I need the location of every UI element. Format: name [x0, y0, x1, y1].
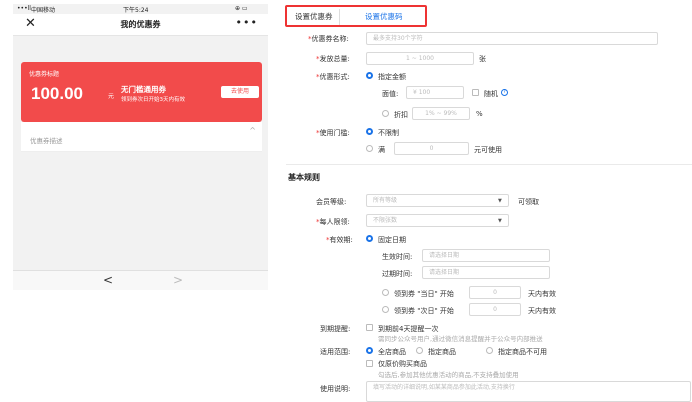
section-divider	[286, 164, 692, 165]
end-date-input[interactable]: 请选择日期	[422, 266, 550, 279]
all-products-label: 全店商品	[378, 348, 406, 356]
excluded-products-radio[interactable]	[486, 347, 493, 354]
next-day-radio[interactable]	[382, 306, 389, 313]
level-suffix: 可领取	[518, 198, 539, 206]
start-date-input[interactable]: 请选择日期	[422, 249, 550, 262]
coupon-description-label: 优惠券描述	[30, 137, 63, 145]
fixed-amount-label: 指定金额	[378, 73, 406, 81]
total-input[interactable]: 1 ~ 1000	[366, 52, 474, 65]
type-label: *优惠形式:	[316, 73, 350, 81]
per-user-limit-value: 不限张数	[373, 217, 398, 224]
per-user-limit-select[interactable]: 不限张数	[366, 214, 509, 227]
no-limit-label: 不限制	[378, 129, 399, 137]
same-day-days-input[interactable]: 0	[469, 286, 521, 299]
remind-hint: 需同步公众号用户,通过微信消息提醒并于公众号内部推送	[378, 335, 543, 343]
scope-label: 适用范围:	[320, 348, 351, 356]
random-checkbox[interactable]	[472, 89, 479, 96]
specified-products-radio[interactable]	[416, 347, 423, 354]
browser-bottom-bar: < >	[13, 270, 268, 290]
coupon-name: 无门槛通用券	[121, 85, 166, 94]
member-level-value: 所有等级	[373, 197, 398, 204]
no-limit-radio[interactable]	[366, 128, 373, 135]
face-value-label: 面值:	[382, 90, 399, 98]
nav-bar: ✕ 我的优惠券 •••	[13, 14, 268, 36]
threshold-radio[interactable]	[366, 145, 373, 152]
fixed-date-label: 固定日期	[378, 236, 406, 244]
discount-input[interactable]: 1% ~ 99%	[412, 107, 470, 120]
tab-set-coupon[interactable]: 设置优惠券	[289, 9, 340, 25]
excluded-products-label: 指定商品不可用	[498, 348, 547, 356]
threshold-input[interactable]: 0	[394, 142, 469, 155]
original-price-label: 仅原价购买商品	[378, 360, 427, 368]
threshold-suffix: 元可使用	[474, 146, 502, 154]
coupon-description[interactable]: 优惠券描述 ^	[21, 122, 262, 152]
original-price-checkbox[interactable]	[366, 360, 373, 367]
original-price-hint: 勾选后,参加其他优惠活动的商品,不支持叠加使用	[378, 371, 519, 379]
instructions-label: 使用说明:	[320, 385, 351, 393]
chevron-up-icon[interactable]: ^	[249, 126, 256, 135]
section-title: 基本规则	[288, 173, 320, 182]
use-coupon-button[interactable]: 去使用	[221, 86, 259, 98]
forward-arrow-icon[interactable]: >	[173, 273, 183, 287]
coupon-card: 优惠券标题 100.00 元 无门槛通用券 领到券次日开始3天内有效 去使用	[21, 62, 262, 122]
remind-label: 到期提醒:	[320, 325, 351, 333]
all-products-radio[interactable]	[366, 347, 373, 354]
tab-bar: 设置优惠券 设置优惠码	[285, 5, 427, 27]
fixed-date-radio[interactable]	[366, 235, 373, 242]
chevron-down-icon: ▼	[498, 218, 502, 224]
name-label: *优惠券名称:	[308, 35, 349, 43]
coupon-amount: 100.00	[31, 84, 83, 103]
phone-preview: •••ll 中国移动 下午5:24 ⊕ ▭ ✕ 我的优惠券 ••• 优惠券标题 …	[13, 4, 268, 290]
battery-icon: ⊕ ▭	[235, 5, 248, 12]
level-label: 会员等级:	[316, 198, 347, 206]
member-level-select[interactable]: 所有等级	[366, 194, 509, 207]
tab-set-code[interactable]: 设置优惠码	[359, 9, 409, 25]
coupon-validity: 领到券次日开始3天内有效	[121, 97, 186, 103]
coupon-name-input[interactable]: 最多支持30个字符	[366, 32, 658, 45]
total-unit: 张	[479, 55, 486, 63]
specified-products-label: 指定商品	[428, 348, 456, 356]
remind-checkbox[interactable]	[366, 324, 373, 331]
chevron-down-icon: ▼	[498, 198, 502, 204]
coupon-tag: 优惠券标题	[29, 71, 60, 78]
same-day-suffix: 天内有效	[528, 290, 556, 298]
instructions-textarea[interactable]: 填写活动的详细说明,如某某商品参加此活动,支持换行	[366, 381, 691, 402]
back-arrow-icon[interactable]: <	[103, 273, 113, 287]
same-day-label: 领到券 "当日" 开始	[394, 290, 454, 298]
carrier-label: 中国移动	[31, 7, 56, 14]
random-label: 随机	[484, 90, 498, 98]
face-value-input[interactable]: ¥ 100	[406, 86, 464, 99]
full-label: 满	[378, 146, 385, 154]
start-time-label: 生效时间:	[382, 253, 413, 261]
validity-label: *有效期:	[326, 236, 353, 244]
signal-icon: •••ll	[17, 5, 31, 12]
threshold-label: *使用门槛:	[316, 129, 350, 137]
fixed-amount-radio[interactable]	[366, 72, 373, 79]
next-day-days-input[interactable]: 0	[469, 303, 521, 316]
limit-label: *每人限领:	[316, 218, 350, 226]
same-day-radio[interactable]	[382, 289, 389, 296]
next-day-suffix: 天内有效	[528, 307, 556, 315]
coupon-form: *优惠券名称: 最多支持30个字符 *发放总量: 1 ~ 1000 张 *优惠形…	[286, 27, 692, 402]
page-title: 我的优惠券	[120, 20, 161, 29]
discount-radio[interactable]	[382, 110, 389, 117]
next-day-label: 领到券 "次日" 开始	[394, 307, 454, 315]
status-bar: •••ll 中国移动 下午5:24 ⊕ ▭	[13, 4, 268, 14]
percent-unit: %	[476, 110, 483, 118]
total-label: *发放总量:	[316, 55, 350, 63]
more-icon[interactable]: •••	[236, 16, 258, 29]
status-time: 下午5:24	[123, 7, 149, 14]
end-time-label: 过期时间:	[382, 270, 413, 278]
coupon-unit: 元	[108, 93, 115, 100]
help-icon[interactable]: ?	[501, 89, 508, 96]
discount-label: 折扣	[394, 111, 408, 119]
